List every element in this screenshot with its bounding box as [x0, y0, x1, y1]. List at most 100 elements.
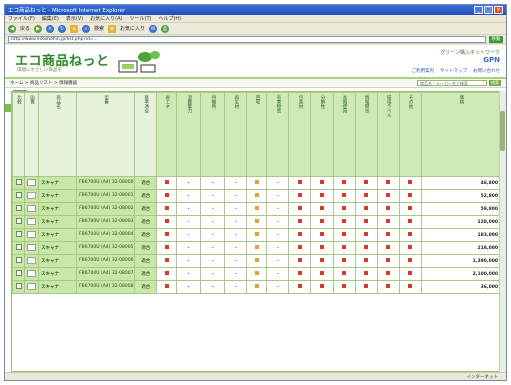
column-header[interactable]: 長期使用 — [332, 92, 356, 177]
checkbox[interactable] — [15, 218, 22, 224]
table-row[interactable]: スキャナ FB6700U (A4) 32-08000 適合 ・ ・ ・ ・ 46,800 — [12, 176, 499, 190]
column-header[interactable]: 包装材 — [288, 92, 312, 177]
product-model[interactable]: FB6700U (A4) 32-08008 — [76, 280, 136, 294]
product-name[interactable]: スキャナ — [38, 176, 78, 190]
product-name[interactable]: スキャナ — [38, 254, 78, 268]
product-thumbnail[interactable] — [24, 241, 40, 255]
checkbox[interactable] — [15, 192, 22, 198]
menu-favorites[interactable]: お気に入り(A) — [90, 15, 122, 22]
product-model[interactable]: FB6700U (A4) 32-08006 — [76, 254, 136, 268]
product-image[interactable] — [27, 269, 37, 277]
product-image[interactable] — [27, 230, 37, 238]
column-header[interactable]: 商品名 — [38, 92, 78, 177]
address-input[interactable]: http://www.ecoshohin.jp/list.php?id=... — [8, 35, 486, 43]
compare-checkbox[interactable] — [12, 215, 26, 229]
table-row[interactable]: スキャナ FB6700U (A4) 32-08007 適合 ・ ・ ・ ・ 2,100,000 — [12, 267, 499, 281]
favorites-label[interactable]: お気に入り — [120, 25, 145, 32]
menu-file[interactable]: ファイル(F) — [8, 15, 35, 22]
product-name[interactable]: スキャナ — [38, 267, 78, 281]
product-model[interactable]: FB6700U (A4) 32-08005 — [76, 241, 136, 255]
refresh-icon[interactable]: ↻ — [58, 24, 67, 33]
product-thumbnail[interactable] — [24, 267, 40, 281]
vertical-scrollbar[interactable] — [499, 91, 506, 372]
product-image[interactable] — [27, 178, 37, 186]
column-header[interactable]: 情報開示 — [354, 92, 378, 177]
compare-checkbox[interactable] — [12, 241, 26, 255]
product-image[interactable] — [27, 282, 37, 290]
home-icon[interactable]: ⌂ — [70, 24, 79, 33]
table-row[interactable]: スキャナ FB6700U (A4) 32-08002 適合 ・ ・ ・ ・ 59,800 — [12, 202, 499, 216]
gpn-logo[interactable]: GPN — [440, 56, 500, 64]
print-icon[interactable]: ⎙ — [161, 24, 170, 33]
product-thumbnail[interactable] — [24, 176, 40, 190]
column-header[interactable]: 比較 — [12, 92, 26, 177]
product-name[interactable]: スキャナ — [38, 280, 78, 294]
product-name[interactable]: スキャナ — [38, 202, 78, 216]
product-thumbnail[interactable] — [24, 202, 40, 216]
compare-checkbox[interactable] — [12, 228, 26, 242]
compare-checkbox[interactable] — [12, 189, 26, 203]
maximize-button[interactable]: □ — [484, 6, 493, 14]
menu-help[interactable]: ヘルプ(H) — [158, 15, 181, 22]
table-row[interactable]: スキャナ FB6700U (A4) 32-08006 適合 ・ ・ ・ ・ 1,390,000 — [12, 254, 499, 268]
product-thumbnail[interactable] — [24, 215, 40, 229]
product-model[interactable]: FB6700U (A4) 32-08007 — [76, 267, 136, 281]
compare-checkbox[interactable] — [12, 254, 26, 268]
stop-icon[interactable]: × — [46, 24, 55, 33]
checkbox[interactable] — [15, 257, 22, 263]
site-search-button[interactable]: 検索 — [489, 80, 501, 86]
column-header[interactable]: 型番 — [76, 92, 136, 177]
product-model[interactable]: FB6700U (A4) 32-08003 — [76, 215, 136, 229]
table-row[interactable]: スキャナ FB6700U (A4) 32-08008 適合 ・ ・ ・ ・ 36,000 — [12, 280, 499, 294]
table-row[interactable]: スキャナ FB6700U (A4) 32-08001 適合 ・ ・ ・ ・ 52,800 — [12, 189, 499, 203]
menu-view[interactable]: 表示(V) — [66, 15, 83, 22]
column-header[interactable]: その他 — [398, 92, 422, 177]
checkbox[interactable] — [15, 244, 22, 250]
product-name[interactable]: スキャナ — [38, 189, 78, 203]
breadcrumb[interactable]: ホーム > 商品リスト > 情報機器 — [10, 80, 417, 86]
checkbox[interactable] — [15, 283, 22, 289]
product-thumbnail[interactable] — [24, 189, 40, 203]
search-icon[interactable]: ⌕ — [82, 24, 91, 33]
checkbox[interactable] — [15, 179, 22, 185]
compare-checkbox[interactable] — [12, 176, 26, 190]
back-label[interactable]: 戻る — [20, 25, 30, 32]
product-image[interactable] — [27, 256, 37, 264]
column-header[interactable]: 基準適合 — [134, 92, 158, 177]
product-model[interactable]: FB6700U (A4) 32-08000 — [76, 176, 136, 190]
column-header[interactable]: 消費電力 — [176, 92, 202, 177]
column-header[interactable]: 価格 — [420, 92, 499, 177]
menu-edit[interactable]: 編集(E) — [42, 15, 59, 22]
close-button[interactable]: × — [494, 6, 503, 14]
checkbox[interactable] — [15, 205, 22, 211]
scroll-thumb[interactable] — [500, 111, 505, 151]
product-image[interactable] — [27, 191, 37, 199]
link-contact[interactable]: お問い合わせ — [473, 68, 500, 74]
link-sitemap[interactable]: サイトマップ — [440, 68, 467, 74]
column-header[interactable]: 省エネ — [156, 92, 178, 177]
search-label[interactable]: 検索 — [94, 25, 104, 32]
column-header[interactable]: 回収 — [246, 92, 268, 177]
column-header[interactable]: 再生材 — [224, 92, 248, 177]
checkbox[interactable] — [15, 270, 22, 276]
compare-checkbox[interactable] — [12, 280, 26, 294]
product-name[interactable]: スキャナ — [38, 228, 78, 242]
column-header[interactable]: 分解性 — [310, 92, 334, 177]
product-thumbnail[interactable] — [24, 228, 40, 242]
product-image[interactable] — [27, 217, 37, 225]
product-model[interactable]: FB6700U (A4) 32-08002 — [76, 202, 136, 216]
back-icon[interactable]: ◀ — [8, 24, 16, 33]
column-header[interactable]: 画像 — [24, 92, 40, 177]
column-header[interactable]: 待機時 — [200, 92, 226, 177]
table-row[interactable]: スキャナ FB6700U (A4) 32-08003 適合 ・ ・ ・ ・ 128,000 — [12, 215, 499, 229]
mail-icon[interactable]: ✉ — [149, 24, 158, 33]
link-guide[interactable]: ご利用案内 — [412, 68, 435, 74]
product-image[interactable] — [27, 204, 37, 212]
site-search-input[interactable]: 商品名・メーカー名で検索 — [417, 80, 487, 86]
product-thumbnail[interactable] — [24, 280, 40, 294]
forward-icon[interactable]: ▶ — [34, 24, 43, 33]
product-model[interactable]: FB6700U (A4) 32-08001 — [76, 189, 136, 203]
minimize-button[interactable]: _ — [474, 6, 483, 14]
product-model[interactable]: FB6700U (A4) 32-08004 — [76, 228, 136, 242]
product-name[interactable]: スキャナ — [38, 241, 78, 255]
